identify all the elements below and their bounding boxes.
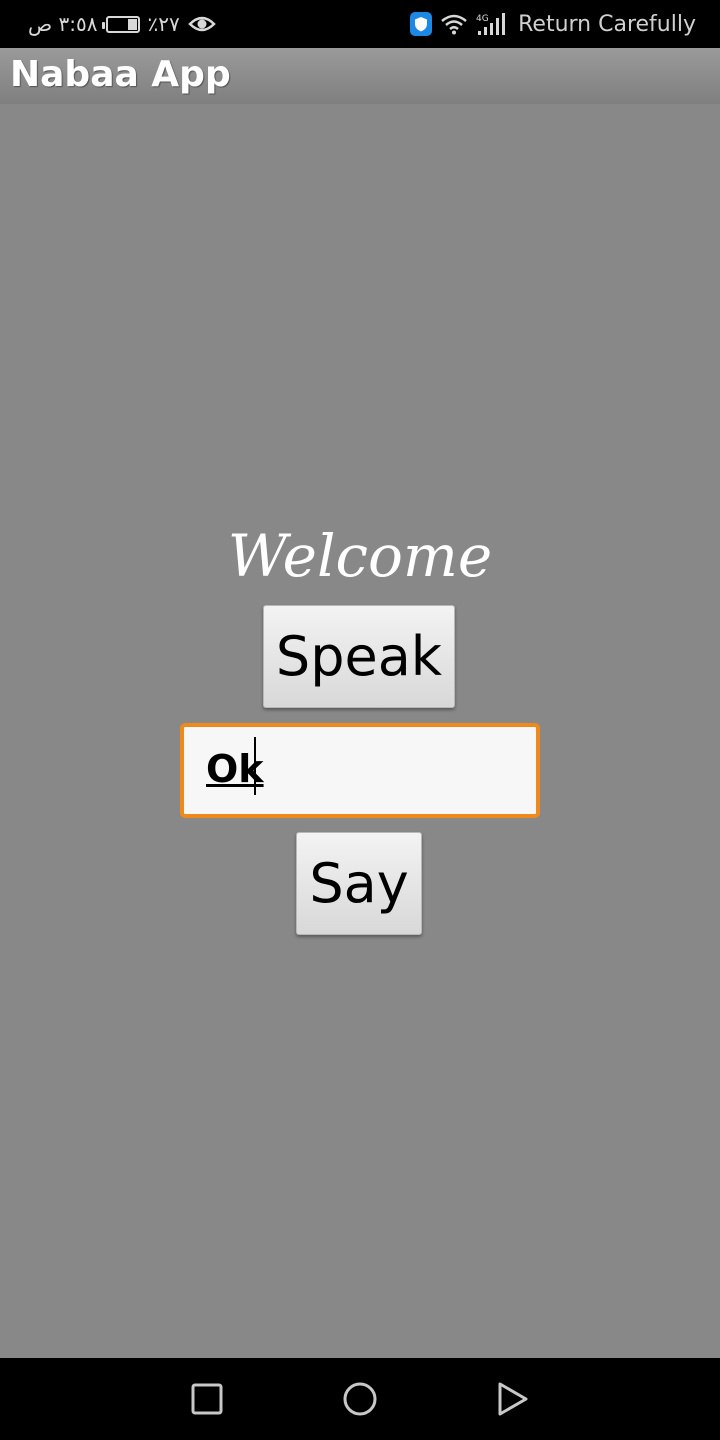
network-type: 4G bbox=[476, 14, 489, 24]
app-title: Nabaa App bbox=[10, 54, 231, 95]
status-time: ٣:٥٨ ص bbox=[28, 12, 98, 36]
signal-icon: 4G bbox=[476, 13, 506, 35]
app-title-bar: Nabaa App bbox=[0, 48, 720, 104]
back-icon[interactable] bbox=[496, 1382, 530, 1418]
status-left: ٣:٥٨ ص ٪٢٧ bbox=[28, 10, 216, 38]
speak-button[interactable]: Speak bbox=[263, 605, 455, 708]
wifi-icon bbox=[441, 14, 467, 35]
text-cursor bbox=[254, 737, 256, 795]
recent-apps-icon[interactable] bbox=[190, 1382, 224, 1416]
carrier-name: Return Carefully bbox=[518, 11, 696, 37]
text-input[interactable]: Ok bbox=[180, 723, 540, 818]
welcome-label: Welcome bbox=[227, 522, 493, 590]
home-icon[interactable] bbox=[342, 1382, 378, 1418]
eye-icon bbox=[187, 16, 216, 32]
shield-icon bbox=[410, 12, 433, 36]
battery-percent: ٪٢٧ bbox=[147, 12, 180, 36]
status-bar: ٣:٥٨ ص ٪٢٧ 4G Return Carefully bbox=[0, 0, 720, 48]
navigation-bar bbox=[0, 1358, 720, 1440]
status-right: 4G Return Carefully bbox=[410, 8, 696, 40]
say-button[interactable]: Say bbox=[296, 832, 422, 935]
battery-icon bbox=[101, 15, 140, 33]
